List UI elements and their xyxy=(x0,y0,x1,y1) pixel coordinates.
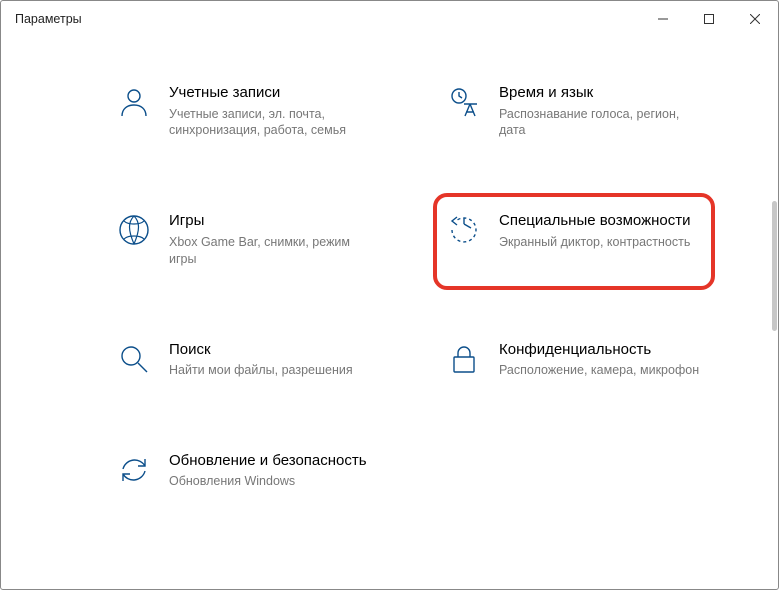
tile-desc: Найти мои файлы, разрешения xyxy=(169,362,373,379)
gaming-icon xyxy=(117,213,151,247)
tile-title: Конфиденциальность xyxy=(499,340,703,360)
settings-grid: Учетные записи Учетные записи, эл. почта… xyxy=(111,77,718,500)
minimize-button[interactable] xyxy=(640,1,686,37)
content-area: Учетные записи Учетные записи, эл. почта… xyxy=(1,37,778,589)
titlebar: Параметры xyxy=(1,1,778,37)
tile-desc: Экранный диктор, контрастность xyxy=(499,234,703,251)
settings-window: Параметры Учетные записи Учетны xyxy=(0,0,779,590)
tile-update-security[interactable]: Обновление и безопасность Обновления Win… xyxy=(111,445,381,500)
tile-title: Обновление и безопасность xyxy=(169,451,373,471)
tile-time-language[interactable]: Время и язык Распознавание голоса, регио… xyxy=(441,77,711,149)
maximize-button[interactable] xyxy=(686,1,732,37)
accounts-icon xyxy=(117,85,151,119)
tile-gaming[interactable]: Игры Xbox Game Bar, снимки, режим игры xyxy=(111,205,381,277)
tile-title: Учетные записи xyxy=(169,83,373,103)
vertical-scrollbar[interactable] xyxy=(772,201,777,331)
window-title: Параметры xyxy=(15,12,82,26)
tile-accounts[interactable]: Учетные записи Учетные записи, эл. почта… xyxy=(111,77,381,149)
tile-privacy[interactable]: Конфиденциальность Расположение, камера,… xyxy=(441,334,711,389)
tile-title: Специальные возможности xyxy=(499,211,703,231)
tile-search[interactable]: Поиск Найти мои файлы, разрешения xyxy=(111,334,381,389)
tile-ease-of-access[interactable]: Специальные возможности Экранный диктор,… xyxy=(433,193,715,289)
window-controls xyxy=(640,1,778,37)
tile-desc: Xbox Game Bar, снимки, режим игры xyxy=(169,234,373,268)
ease-of-access-icon xyxy=(447,213,481,247)
update-icon xyxy=(117,453,151,487)
tile-desc: Учетные записи, эл. почта, синхронизация… xyxy=(169,106,373,140)
tile-desc: Обновления Windows xyxy=(169,473,373,490)
privacy-icon xyxy=(447,342,481,376)
close-button[interactable] xyxy=(732,1,778,37)
tile-desc: Распознавание голоса, регион, дата xyxy=(499,106,703,140)
search-icon xyxy=(117,342,151,376)
tile-desc: Расположение, камера, микрофон xyxy=(499,362,703,379)
tile-title: Поиск xyxy=(169,340,373,360)
time-language-icon xyxy=(447,85,481,119)
tile-title: Время и язык xyxy=(499,83,703,103)
tile-title: Игры xyxy=(169,211,373,231)
